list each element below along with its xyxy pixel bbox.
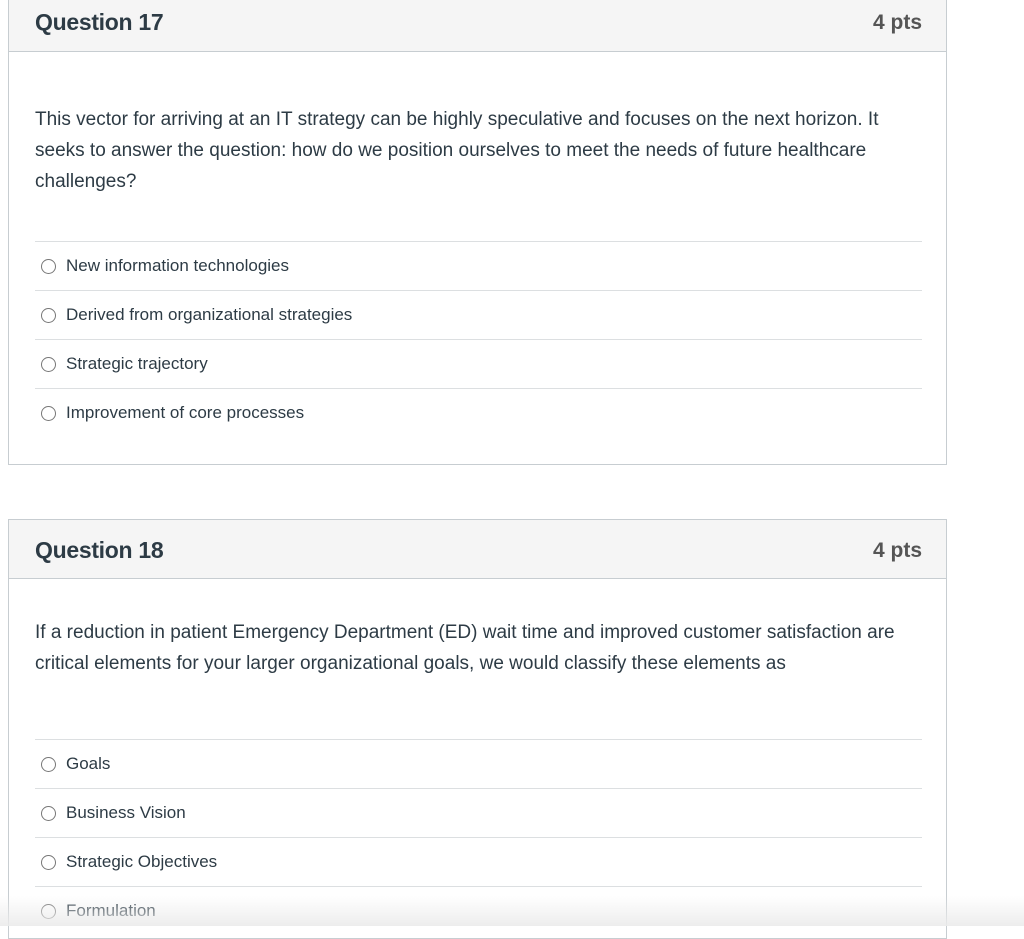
question-title: Question 18 [35, 537, 164, 563]
question-18-card: Question 18 4 pts If a reduction in pati… [8, 519, 947, 939]
answer-label: Goals [66, 754, 111, 773]
question-text: This vector for arriving at an IT strate… [35, 109, 879, 192]
radio-button-icon[interactable] [41, 405, 56, 421]
question-17-card: Question 17 4 pts This vector for arrivi… [8, 0, 947, 465]
radio-button-icon[interactable] [41, 356, 56, 372]
question-header: Question 17 4 pts [9, 0, 946, 52]
question-header: Question 18 4 pts [9, 520, 946, 579]
answer-label: Formulation [66, 901, 156, 920]
answer-label: Derived from organizational strategies [66, 305, 353, 324]
question-title: Question 17 [35, 9, 164, 35]
answer-label: Improvement of core processes [66, 403, 305, 422]
answer-option[interactable]: Business Vision [35, 788, 922, 837]
answer-option[interactable]: Formulation [35, 886, 922, 935]
radio-button-icon[interactable] [41, 307, 56, 323]
radio-button-icon[interactable] [41, 805, 56, 821]
radio-button-icon[interactable] [41, 756, 56, 772]
answer-label: New information technologies [66, 256, 290, 275]
answer-option[interactable]: Goals [35, 739, 922, 788]
answer-option[interactable]: Improvement of core processes [35, 388, 922, 437]
radio-button-icon[interactable] [41, 854, 56, 870]
radio-button-icon[interactable] [41, 903, 56, 919]
answer-option[interactable]: New information technologies [35, 241, 922, 290]
answer-label: Strategic Objectives [66, 852, 218, 871]
question-text: If a reduction in patient Emergency Depa… [35, 622, 895, 674]
answer-label: Strategic trajectory [66, 354, 208, 373]
question-points: 4 pts [872, 539, 922, 562]
answer-option[interactable]: Strategic Objectives [35, 837, 922, 886]
answer-label: Business Vision [66, 803, 186, 822]
radio-button-icon[interactable] [41, 258, 56, 274]
question-points: 4 pts [872, 11, 922, 34]
answer-list: New information technologies Derived fro… [35, 241, 922, 437]
answer-list: Goals Business Vision Strategic Objectiv… [35, 739, 922, 935]
answer-option[interactable]: Derived from organizational strategies [35, 290, 922, 339]
answer-option[interactable]: Strategic trajectory [35, 339, 922, 388]
